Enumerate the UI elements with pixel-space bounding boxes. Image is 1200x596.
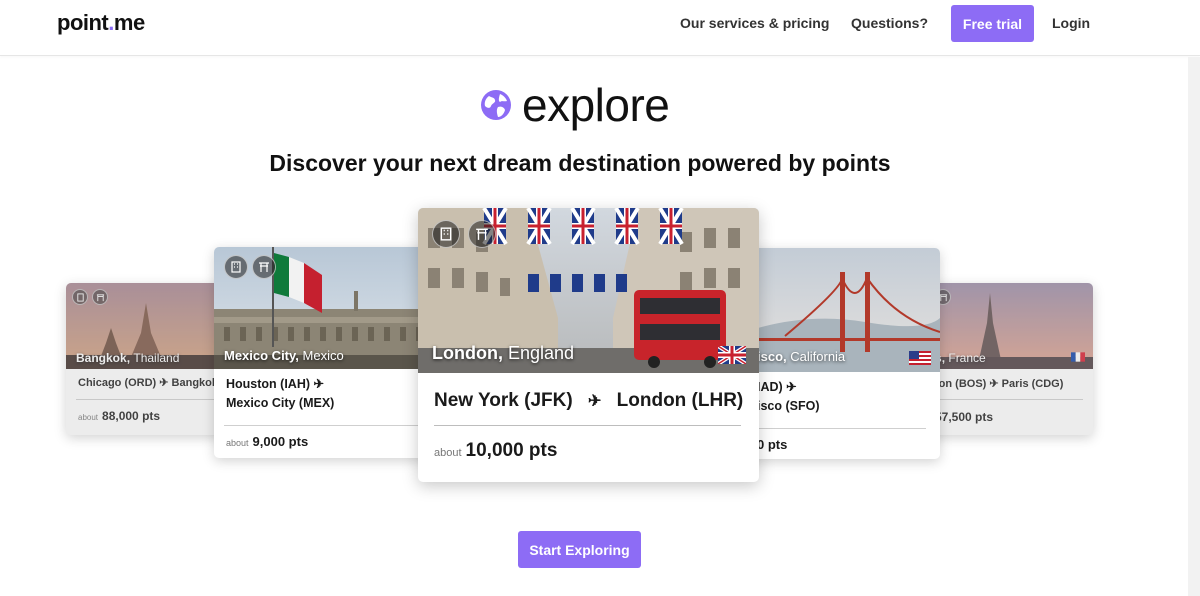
nav-questions[interactable]: Questions? [851, 15, 928, 31]
building-icon [432, 220, 460, 248]
login-link[interactable]: Login [1052, 15, 1090, 31]
building-icon [224, 255, 248, 279]
red-double-decker-bus [634, 290, 726, 368]
destination-airport: London (LHR) [616, 390, 744, 411]
origin-airport: New York (JFK) [434, 390, 573, 411]
flag-us-icon [909, 351, 931, 365]
flag-fr-icon [1071, 352, 1085, 362]
destination-card-mexico-city[interactable]: Mexico City, Mexico Houston (IAH) ✈ Mexic… [214, 247, 434, 458]
start-exploring-button[interactable]: Start Exploring [518, 531, 641, 568]
globe-icon [481, 90, 511, 120]
divider [434, 425, 741, 426]
divider [76, 399, 216, 400]
destination-label: Bangkok, Thailand [76, 351, 180, 365]
points-value: about 88,000 pts [78, 409, 161, 423]
destination-photo: London, England [418, 208, 759, 373]
top-nav-bar: point.me Our services & pricing Question… [0, 0, 1200, 56]
destination-photo: Bangkok, Thailand [66, 283, 226, 369]
nav-services-pricing[interactable]: Our services & pricing [680, 15, 829, 31]
plane-icon: ✈ [587, 393, 602, 410]
destination-card-bangkok[interactable]: Bangkok, Thailand Chicago (ORD) ✈ Bangko… [66, 283, 226, 435]
building-icon [72, 289, 88, 305]
destination-card-paris[interactable]: s, France ton (BOS) ✈ Paris (CDG) 57,500… [925, 283, 1093, 435]
points-value: 0 pts [757, 437, 788, 452]
destination-label: isco, California [757, 349, 846, 364]
route-text: Chicago (ORD) ✈ Bangkok [78, 377, 219, 389]
destination-label: Mexico City, Mexico [224, 348, 344, 363]
page-title: explore [480, 79, 670, 131]
destination-photo: s, France [925, 283, 1093, 369]
gate-icon [252, 255, 276, 279]
points-value: 57,500 pts [935, 410, 994, 424]
gate-icon [468, 220, 496, 248]
flag-uk-icon [718, 346, 746, 364]
points-value: about 9,000 pts [226, 434, 309, 449]
destination-photo: isco, California [745, 248, 940, 372]
gate-icon [92, 289, 108, 305]
route-text: Houston (IAH) ✈ Mexico City (MEX) [226, 377, 335, 410]
page-subtitle: Discover your next dream destination pow… [269, 150, 891, 176]
destination-card-san-francisco[interactable]: isco, California IAD) ✈ isco (SFO) 0 pts [745, 248, 940, 459]
points-value: about 10,000 pts [434, 440, 558, 461]
divider [224, 425, 424, 426]
destination-label: s, France [935, 351, 986, 365]
route-text: ton (BOS) ✈ Paris (CDG) [935, 378, 1064, 390]
divider [935, 399, 1083, 400]
logo[interactable]: point.me [57, 10, 145, 36]
destination-label: London, England [432, 343, 575, 363]
route-text: IAD) ✈ isco (SFO) [757, 380, 820, 413]
free-trial-button[interactable]: Free trial [951, 5, 1034, 42]
route-text: New York (JFK) ✈ London (LHR) [434, 390, 743, 412]
destination-card-london[interactable]: London, England New York (JFK) ✈ London … [418, 208, 759, 482]
divider [757, 428, 926, 429]
destination-photo: Mexico City, Mexico [214, 247, 434, 369]
scrollbar[interactable] [1188, 57, 1200, 596]
